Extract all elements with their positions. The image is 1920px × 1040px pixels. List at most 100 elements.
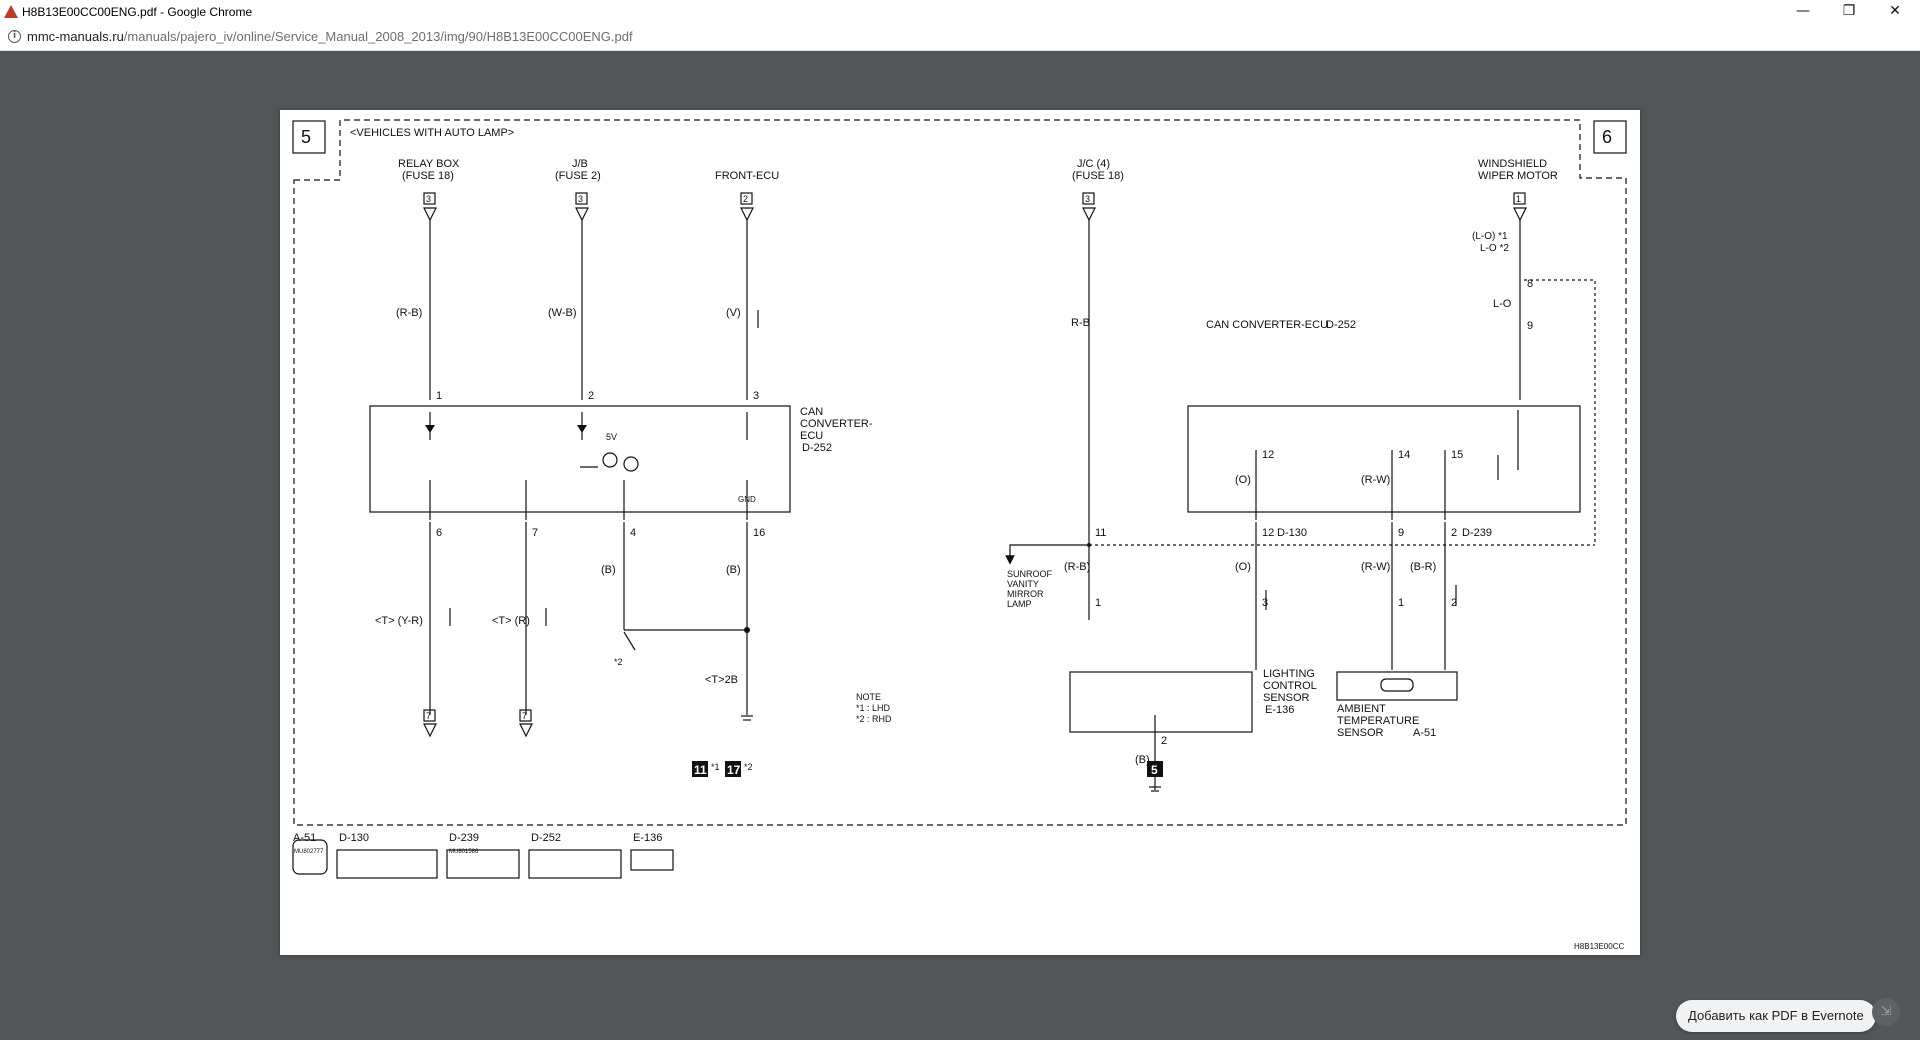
jc-fuse: (FUSE 18) <box>1072 170 1124 182</box>
pin-12-d130: 12 <box>1262 527 1274 539</box>
can-right-label: CAN CONVERTER-ECU <box>1206 319 1328 331</box>
wiper-label-1: WINDSHIELD <box>1478 158 1547 170</box>
wire-t-2b: <T>2B <box>705 674 738 686</box>
page-number-right: 6 <box>1602 127 1612 147</box>
label-5v: 5V <box>606 432 617 442</box>
close-button[interactable]: ✕ <box>1872 0 1918 24</box>
sunroof-label-2: VANITY <box>1007 579 1039 589</box>
wire-w-b: (W-B) <box>548 307 577 319</box>
pin-12: 12 <box>1262 449 1274 461</box>
pin-7: 7 <box>532 527 538 539</box>
pin-2-lcs-gnd: 2 <box>1161 735 1167 747</box>
ground-11-star: *1 <box>711 762 720 772</box>
wiring-diagram: 5 6 <VEHICLES WITH AUTO LAMP> RELAY BOX … <box>292 119 1627 951</box>
wire-b-pin4: (B) <box>601 564 616 576</box>
code-d239: D-239 <box>1462 527 1492 539</box>
can-label-3: ECU <box>800 430 823 442</box>
wire-r-b: (R-B) <box>396 307 422 319</box>
lcs-code: E-136 <box>1265 704 1294 716</box>
relay-box-fuse: (FUSE 18) <box>402 170 454 182</box>
pin-1-ats: 1 <box>1398 597 1404 609</box>
pin-1: 1 <box>436 390 442 402</box>
pin-4: 4 <box>630 527 636 539</box>
ground-5: 5 <box>1151 763 1158 777</box>
ats-label-3: SENSOR <box>1337 727 1384 739</box>
pin-16: 16 <box>753 527 765 539</box>
label-gnd: GND <box>738 495 756 504</box>
restore-button[interactable]: ❐ <box>1826 0 1872 24</box>
pin-3-lcs: 3 <box>1262 597 1268 609</box>
connector-7-left: 7 <box>426 711 431 721</box>
wire-r-w-upper: (R-W) <box>1361 474 1390 486</box>
wire-t-y-r: <T> (Y-R) <box>375 615 423 627</box>
pin-3: 3 <box>753 390 759 402</box>
connector-a51-sub: MU802777 <box>294 849 324 855</box>
ground-17-star: *2 <box>744 762 753 772</box>
wire-v: (V) <box>726 307 741 319</box>
connector-d130: D-130 <box>339 832 369 844</box>
ats-label-2: TEMPERATURE <box>1337 715 1419 727</box>
can-right-code: D-252 <box>1326 319 1356 331</box>
info-icon[interactable]: i <box>8 30 21 43</box>
pin-6: 6 <box>436 527 442 539</box>
connector-e136: E-136 <box>633 832 662 844</box>
pin-2: 2 <box>588 390 594 402</box>
can-label-1: CAN <box>800 406 823 418</box>
address-bar[interactable]: i mmc-manuals.ru/manuals/pajero_iv/onlin… <box>0 24 1920 51</box>
connector-3-relay: 3 <box>426 194 431 204</box>
minimize-button[interactable]: — <box>1780 0 1826 24</box>
wire-r-b-sensor: (R-B) <box>1064 561 1090 573</box>
note-rhd: *2 : RHD <box>856 714 892 724</box>
ground-17: 17 <box>727 763 741 777</box>
pin-8: 8 <box>1527 278 1533 290</box>
sunroof-label-4: LAMP <box>1007 599 1032 609</box>
ats-code: A-51 <box>1413 727 1436 739</box>
wire-o-lower: (O) <box>1235 561 1251 573</box>
pin-11: 11 <box>1095 527 1106 539</box>
ats-label-1: AMBIENT <box>1337 703 1386 715</box>
pdf-page: 5 6 <VEHICLES WITH AUTO LAMP> RELAY BOX … <box>280 110 1640 955</box>
variant-label: <VEHICLES WITH AUTO LAMP> <box>350 127 514 139</box>
wire-r-w-lower: (R-W) <box>1361 561 1390 573</box>
can-label-code: D-252 <box>802 442 832 454</box>
pdf-app-icon <box>4 5 18 18</box>
wire-l-o-rhd: L-O *2 <box>1480 243 1509 254</box>
page-number-left: 5 <box>301 127 311 147</box>
sunroof-label-3: MIRROR <box>1007 589 1044 599</box>
note-title: NOTE <box>856 692 881 702</box>
connector-d239: D-239 <box>449 832 479 844</box>
connector-d252: D-252 <box>531 832 561 844</box>
wire-b-lcs-gnd: (B) <box>1135 754 1150 766</box>
star-2-label: *2 <box>614 657 623 667</box>
pin-15: 15 <box>1451 449 1463 461</box>
pin-2-ats: 2 <box>1451 597 1457 609</box>
wire-r-b-jc: R-B <box>1071 317 1090 329</box>
lcs-label-2: CONTROL <box>1263 680 1317 692</box>
pin-9: 9 <box>1527 320 1533 332</box>
wire-b-r: (B-R) <box>1410 561 1436 573</box>
ground-11: 11 <box>694 763 707 777</box>
can-label-2: CONVERTER- <box>800 418 873 430</box>
window-title: H8B13E00CC00ENG.pdf - Google Chrome <box>22 5 253 19</box>
pin-1-lcs: 1 <box>1095 597 1101 609</box>
jb-fuse: (FUSE 2) <box>555 170 601 182</box>
wire-b-pin16: (B) <box>726 564 741 576</box>
url-domain: mmc-manuals.ru <box>27 29 124 44</box>
sunroof-label-1: SUNROOF <box>1007 569 1053 579</box>
url-text[interactable]: mmc-manuals.ru/manuals/pajero_iv/online/… <box>27 29 633 44</box>
jb-label: J/B <box>572 158 588 170</box>
wire-o-upper: (O) <box>1235 474 1251 486</box>
code-d130: D-130 <box>1277 527 1307 539</box>
connector-d239-sub: MU801586 <box>449 849 479 855</box>
resize-corner-icon[interactable]: ⇲ <box>1872 998 1900 1026</box>
front-ecu-label: FRONT-ECU <box>715 170 779 182</box>
connector-2-front-ecu: 2 <box>743 194 748 204</box>
connector-1-wiper: 1 <box>1516 194 1521 204</box>
evernote-button[interactable]: Добавить как PDF в Evernote <box>1676 1000 1876 1032</box>
connector-3-jb: 3 <box>578 194 583 204</box>
connector-7-right: 7 <box>522 711 527 721</box>
window-titlebar: H8B13E00CC00ENG.pdf - Google Chrome — ❐ … <box>0 0 1920 24</box>
pin-9-d239: 9 <box>1398 527 1404 539</box>
wire-l-o: L-O <box>1493 298 1512 310</box>
wiper-label-2: WIPER MOTOR <box>1478 170 1558 182</box>
